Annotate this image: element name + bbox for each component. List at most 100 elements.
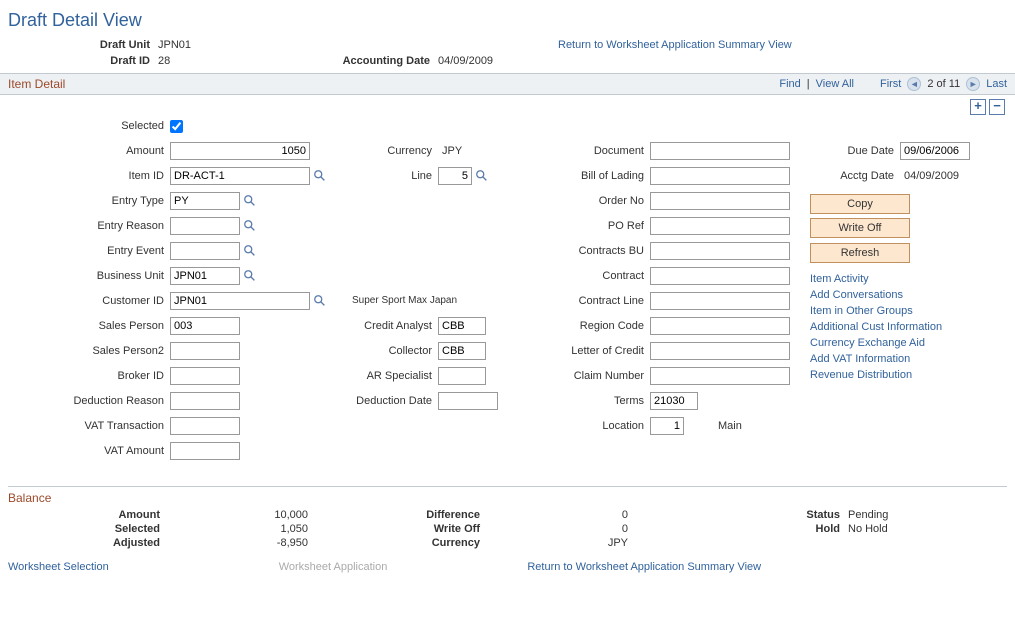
lookup-icon[interactable] bbox=[243, 219, 257, 233]
bal-selected-value: 1,050 bbox=[168, 523, 308, 535]
worksheet-selection-link[interactable]: Worksheet Selection bbox=[8, 561, 109, 573]
lookup-icon[interactable] bbox=[243, 194, 257, 208]
remove-row-icon[interactable]: − bbox=[989, 99, 1005, 115]
sales-person2-input[interactable] bbox=[170, 342, 240, 360]
lookup-icon[interactable] bbox=[243, 244, 257, 258]
view-all-link[interactable]: View All bbox=[816, 78, 854, 90]
letter-of-credit-label: Letter of Credit bbox=[518, 345, 650, 357]
broker-id-label: Broker ID bbox=[8, 370, 170, 382]
next-icon[interactable]: ► bbox=[966, 77, 980, 91]
region-code-label: Region Code bbox=[518, 320, 650, 332]
find-link[interactable]: Find bbox=[779, 78, 800, 90]
region-code-input[interactable] bbox=[650, 317, 790, 335]
first-link[interactable]: First bbox=[880, 78, 901, 90]
acctg-date-label: Accounting Date bbox=[318, 55, 438, 67]
deduction-reason-input[interactable] bbox=[170, 392, 240, 410]
vat-transaction-label: VAT Transaction bbox=[8, 420, 170, 432]
return-link-bottom[interactable]: Return to Worksheet Application Summary … bbox=[527, 561, 761, 573]
vat-transaction-input[interactable] bbox=[170, 417, 240, 435]
bal-status-value: Pending bbox=[848, 509, 888, 521]
contracts-bu-label: Contracts BU bbox=[518, 245, 650, 257]
copy-button[interactable]: Copy bbox=[810, 194, 910, 214]
selected-label: Selected bbox=[8, 120, 170, 132]
collector-input[interactable] bbox=[438, 342, 486, 360]
bal-writeoff-label: Write Off bbox=[348, 523, 488, 535]
currency-value: JPY bbox=[438, 145, 462, 157]
currency-exchange-link[interactable]: Currency Exchange Aid bbox=[810, 337, 1003, 349]
bal-adjusted-value: -8,950 bbox=[168, 537, 308, 549]
order-no-input[interactable] bbox=[650, 192, 790, 210]
deduction-reason-label: Deduction Reason bbox=[8, 395, 170, 407]
customer-id-label: Customer ID bbox=[8, 295, 170, 307]
revenue-dist-link[interactable]: Revenue Distribution bbox=[810, 369, 1003, 381]
customer-desc: Super Sport Max Japan bbox=[348, 295, 458, 307]
due-date-input[interactable] bbox=[900, 142, 970, 160]
entry-event-label: Entry Event bbox=[8, 245, 170, 257]
sales-person-label: Sales Person bbox=[8, 320, 170, 332]
item-id-input[interactable] bbox=[170, 167, 310, 185]
bal-hold-label: Hold bbox=[668, 523, 848, 535]
item-activity-link[interactable]: Item Activity bbox=[810, 273, 1003, 285]
claim-number-label: Claim Number bbox=[518, 370, 650, 382]
item-id-label: Item ID bbox=[8, 170, 170, 182]
terms-input[interactable] bbox=[650, 392, 698, 410]
customer-id-input[interactable] bbox=[170, 292, 310, 310]
bill-of-lading-input[interactable] bbox=[650, 167, 790, 185]
prev-icon[interactable]: ◄ bbox=[907, 77, 921, 91]
vat-amount-input[interactable] bbox=[170, 442, 240, 460]
location-desc: Main bbox=[714, 420, 742, 432]
credit-analyst-input[interactable] bbox=[438, 317, 486, 335]
last-link[interactable]: Last bbox=[986, 78, 1007, 90]
amount-input[interactable] bbox=[170, 142, 310, 160]
po-ref-label: PO Ref bbox=[518, 220, 650, 232]
add-conversations-link[interactable]: Add Conversations bbox=[810, 289, 1003, 301]
broker-id-input[interactable] bbox=[170, 367, 240, 385]
lookup-icon[interactable] bbox=[313, 294, 327, 308]
bal-hold-value: No Hold bbox=[848, 523, 888, 535]
bal-difference-value: 0 bbox=[488, 509, 628, 521]
bal-amount-label: Amount bbox=[8, 509, 168, 521]
refresh-button[interactable]: Refresh bbox=[810, 243, 910, 263]
worksheet-application-text: Worksheet Application bbox=[279, 561, 388, 573]
write-off-button[interactable]: Write Off bbox=[810, 218, 910, 238]
document-input[interactable] bbox=[650, 142, 790, 160]
balance-title: Balance bbox=[8, 486, 1007, 509]
bal-writeoff-value: 0 bbox=[488, 523, 628, 535]
item-other-groups-link[interactable]: Item in Other Groups bbox=[810, 305, 1003, 317]
entry-type-label: Entry Type bbox=[8, 195, 170, 207]
bill-of-lading-label: Bill of Lading bbox=[518, 170, 650, 182]
terms-label: Terms bbox=[518, 395, 650, 407]
page-title: Draft Detail View bbox=[0, 0, 1015, 39]
add-vat-info-link[interactable]: Add VAT Information bbox=[810, 353, 1003, 365]
entry-type-input[interactable] bbox=[170, 192, 240, 210]
lookup-icon[interactable] bbox=[313, 169, 327, 183]
deduction-date-input[interactable] bbox=[438, 392, 498, 410]
contract-line-input[interactable] bbox=[650, 292, 790, 310]
selected-checkbox[interactable] bbox=[170, 120, 183, 133]
letter-of-credit-input[interactable] bbox=[650, 342, 790, 360]
order-no-label: Order No bbox=[518, 195, 650, 207]
bal-currency-value: JPY bbox=[488, 537, 628, 549]
acctg-date-value: 04/09/2009 bbox=[438, 55, 493, 67]
credit-analyst-label: Credit Analyst bbox=[348, 320, 438, 332]
contract-input[interactable] bbox=[650, 267, 790, 285]
sales-person-input[interactable] bbox=[170, 317, 240, 335]
lookup-icon[interactable] bbox=[475, 169, 489, 183]
business-unit-label: Business Unit bbox=[8, 270, 170, 282]
claim-number-input[interactable] bbox=[650, 367, 790, 385]
line-input[interactable] bbox=[438, 167, 472, 185]
ar-specialist-input[interactable] bbox=[438, 367, 486, 385]
entry-reason-input[interactable] bbox=[170, 217, 240, 235]
nav-position: 2 of 11 bbox=[927, 78, 960, 90]
po-ref-input[interactable] bbox=[650, 217, 790, 235]
return-link-top[interactable]: Return to Worksheet Application Summary … bbox=[558, 39, 792, 51]
business-unit-input[interactable] bbox=[170, 267, 240, 285]
location-input[interactable] bbox=[650, 417, 684, 435]
entry-reason-label: Entry Reason bbox=[8, 220, 170, 232]
addl-cust-info-link[interactable]: Additional Cust Information bbox=[810, 321, 1003, 333]
item-detail-bar: Item Detail Find | View All First ◄ 2 of… bbox=[0, 73, 1015, 95]
contracts-bu-input[interactable] bbox=[650, 242, 790, 260]
lookup-icon[interactable] bbox=[243, 269, 257, 283]
entry-event-input[interactable] bbox=[170, 242, 240, 260]
add-row-icon[interactable]: + bbox=[970, 99, 986, 115]
